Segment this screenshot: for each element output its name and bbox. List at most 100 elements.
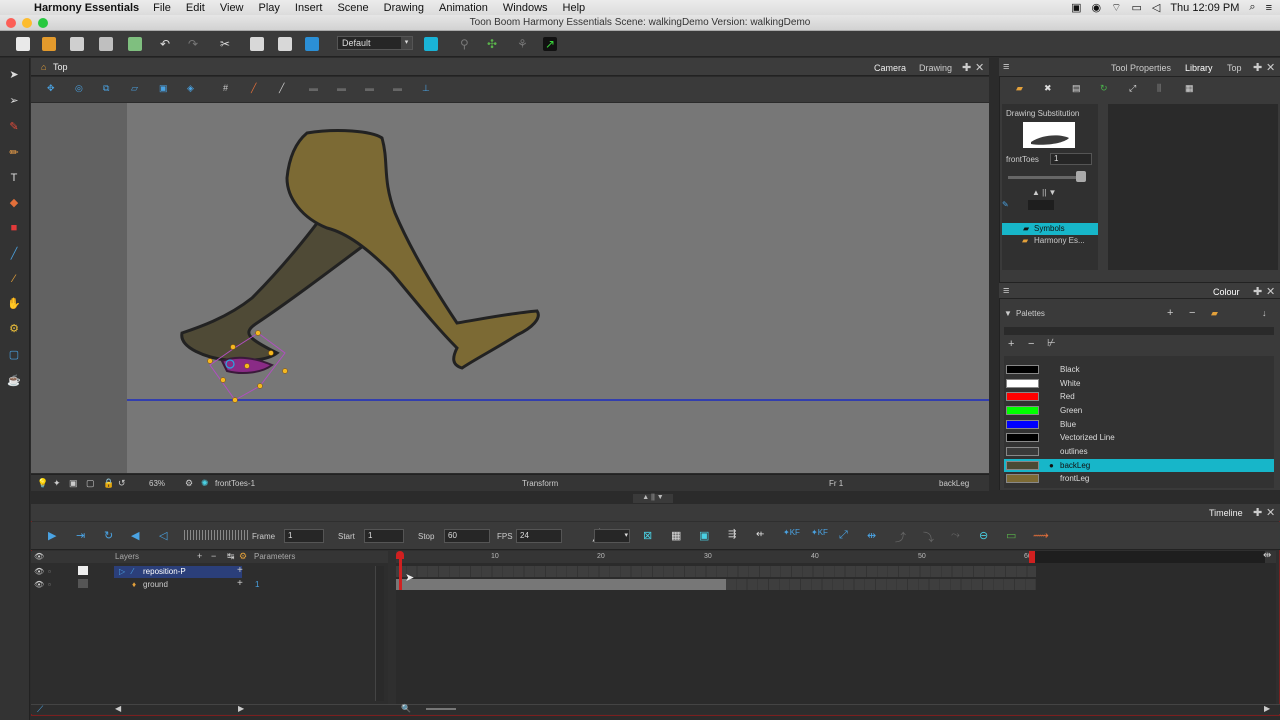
ease-in-icon[interactable]: ⤴ <box>895 529 906 545</box>
palette-list-strip[interactable] <box>1004 327 1274 335</box>
redo-icon[interactable]: ↷ <box>188 37 202 51</box>
onion-skin-icon[interactable]: ✦ <box>53 478 61 489</box>
menu-file[interactable]: File <box>153 2 171 14</box>
palette-row-vectorized-line[interactable]: Vectorized Line <box>1004 431 1274 444</box>
splitter-handle[interactable]: ▲ || ▼ <box>633 494 673 503</box>
palette-row-outlines[interactable]: outlines <box>1004 445 1274 458</box>
text-tool-icon[interactable]: T <box>7 171 21 185</box>
chevron-down-icon[interactable]: ▼ <box>1004 309 1012 318</box>
delete-icon[interactable]: ✖ <box>1044 83 1052 94</box>
substitution-slider[interactable] <box>1008 176 1086 179</box>
slider-thumb[interactable] <box>1076 171 1086 182</box>
workspace-manager-icon[interactable] <box>424 37 438 51</box>
zoom-level[interactable]: 63% <box>149 479 165 488</box>
motion-keyframe-icon[interactable]: ⤢ <box>839 529 848 542</box>
menu-view[interactable]: View <box>220 2 244 14</box>
pencil-tool-icon[interactable]: ✏ <box>7 146 21 160</box>
skew-icon[interactable]: ▱ <box>131 83 138 94</box>
refresh-icon[interactable]: ↻ <box>1100 83 1108 94</box>
layer-visibility-icon[interactable]: 👁 <box>34 566 44 578</box>
texture-icon[interactable]: ⊬ <box>1047 338 1056 349</box>
frame-row-ground-empty[interactable] <box>726 579 1036 590</box>
add-layer-icon[interactable]: ⊠ <box>643 529 652 542</box>
rotate-cw-icon[interactable]: ▬ <box>393 83 402 93</box>
onion-toggle-icon[interactable]: ⊖ <box>979 529 988 542</box>
constant-segment-icon[interactable]: ⤳ <box>951 529 960 542</box>
palette-row-backleg[interactable]: ● backLeg <box>1004 459 1274 472</box>
add-panel-icon[interactable]: ✚ <box>1253 61 1262 74</box>
eyedropper-icon[interactable]: ✎ <box>1002 200 1009 209</box>
save-as-icon[interactable] <box>99 37 113 51</box>
layer-lock-icon[interactable]: ▫ <box>48 579 51 591</box>
drawing-value-field[interactable]: 1 <box>1050 153 1092 165</box>
start-field[interactable]: 1 <box>364 529 404 543</box>
grid-icon[interactable]: # <box>223 83 228 93</box>
tab-tool-properties[interactable]: Tool Properties <box>1111 63 1171 73</box>
playback-speed-slider[interactable] <box>184 530 248 540</box>
menu-play[interactable]: Play <box>259 2 280 14</box>
layer-row-reposition[interactable]: 👁 ▫ ▷ ⁄ reposition-P + <box>31 565 388 578</box>
panel-menu-icon[interactable]: ≡ <box>1003 61 1009 73</box>
stop-marker[interactable] <box>1029 551 1035 563</box>
tab-drawing[interactable]: Drawing <box>919 63 952 73</box>
rotate-icon[interactable]: ◎ <box>75 83 83 94</box>
creative-cloud-icon[interactable]: ◉ <box>1091 1 1101 14</box>
transform-tool-icon[interactable]: ⚙ <box>7 322 21 336</box>
scale-icon[interactable]: ⧉ <box>103 83 109 94</box>
close-panel-icon[interactable]: ✕ <box>1266 285 1275 298</box>
volume-icon[interactable]: ◁ <box>1152 1 1160 14</box>
tab-camera[interactable]: Camera <box>874 63 906 73</box>
layer-colour-icon[interactable] <box>78 579 88 588</box>
rotate-ccw-icon[interactable]: ▬ <box>365 83 374 93</box>
new-folder-icon[interactable]: ▤ <box>1072 83 1081 94</box>
add-drawing-icon[interactable]: ▦ <box>671 529 681 542</box>
camera-icon[interactable]: ▣ <box>1071 1 1081 14</box>
add-keyframe-icon[interactable]: ✦KF <box>783 528 800 537</box>
line-tool-icon[interactable]: ╱ <box>7 247 21 261</box>
view-tab-title[interactable]: Top <box>53 62 68 72</box>
kinematic-icon[interactable]: ⚘ <box>517 37 531 51</box>
remove-keyframe-icon[interactable]: ✦KF <box>811 528 828 537</box>
translate-icon[interactable]: ✥ <box>47 83 55 94</box>
menu-help[interactable]: Help <box>563 2 586 14</box>
scene-stage[interactable] <box>127 103 989 473</box>
spotlight-icon[interactable]: ⌕ <box>1249 1 1255 14</box>
visibility-toggle-icon[interactable]: 👁 <box>34 552 44 561</box>
library-item-symbols[interactable]: ▰ Symbols <box>1002 223 1098 235</box>
select-box-icon[interactable]: ▣ <box>159 83 168 94</box>
minimize-window-button[interactable] <box>22 18 32 28</box>
zoom-window-button[interactable] <box>38 18 48 28</box>
reset-view-icon[interactable]: ↺ <box>118 478 126 489</box>
sound-icon[interactable]: ◀ <box>131 529 139 542</box>
select-tool-icon[interactable]: ➤ <box>7 68 21 82</box>
close-window-button[interactable] <box>6 18 16 28</box>
palette-row-white[interactable]: White <box>1004 377 1274 390</box>
copy-icon[interactable] <box>250 37 264 51</box>
ground-parameter[interactable]: 1 <box>255 579 259 591</box>
layer-options-icon[interactable]: ⚙ <box>239 551 247 562</box>
palette-row-blue[interactable]: Blue <box>1004 418 1274 431</box>
scroll-left-icon[interactable]: ◀ <box>115 704 121 713</box>
remove-frame-icon[interactable]: ⇷ <box>756 529 764 540</box>
close-panel-icon[interactable]: ✕ <box>1266 506 1275 519</box>
open-scene-icon[interactable] <box>42 37 56 51</box>
palette-folder-icon[interactable]: ▰ <box>1211 308 1218 319</box>
menu-edit[interactable]: Edit <box>186 2 205 14</box>
timeline-zoom-icon[interactable]: ⟋ <box>37 704 43 715</box>
notification-icon[interactable]: ≡ <box>1266 2 1272 14</box>
dropper-tool-icon[interactable]: ⁄ <box>7 272 21 286</box>
light-table-icon[interactable]: 💡 <box>37 478 48 489</box>
tab-colour[interactable]: Colour <box>1213 287 1240 297</box>
scroll-right-icon[interactable]: ▶ <box>238 704 244 713</box>
app-menu[interactable]: Harmony Essentials <box>34 2 139 14</box>
insert-frame-icon[interactable]: ⇶ <box>728 529 736 540</box>
undo-icon[interactable]: ↶ <box>160 37 174 51</box>
safe-area-icon[interactable]: ▢ <box>86 478 95 489</box>
airplay-icon[interactable]: ▭ <box>1131 1 1141 14</box>
details-icon[interactable]: ▦ <box>1185 83 1194 94</box>
lock-icon[interactable]: 🔒 <box>103 478 114 489</box>
timeline-expand-icon[interactable]: ⇹ <box>1263 550 1271 561</box>
ik-tool-icon[interactable]: ⚲ <box>460 37 474 51</box>
layer-add-icon[interactable]: + <box>237 565 243 577</box>
render-icon[interactable] <box>305 37 319 51</box>
